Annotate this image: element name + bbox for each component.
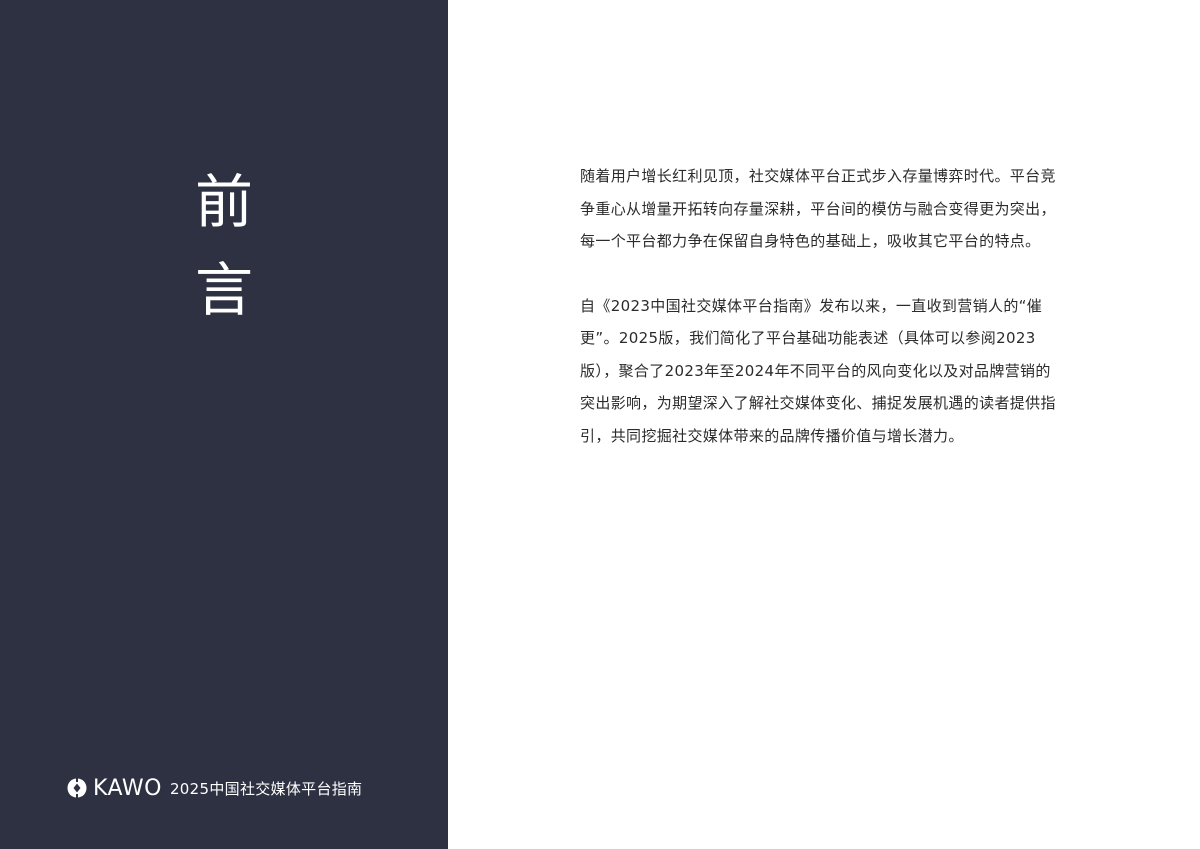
page-title: 前 言 <box>192 158 256 334</box>
paragraph-1: 随着用户增长红利见顶，社交媒体平台正式步入存量博弈时代。平台竞争重心从增量开拓转… <box>580 167 1056 250</box>
title-char-2: 言 <box>194 256 253 324</box>
brand-name: KAWO <box>93 775 162 801</box>
body-text: 随着用户增长红利见顶，社交媒体平台正式步入存量博弈时代。平台竞争重心从增量开拓转… <box>580 160 1056 452</box>
brand-footer: KAWO 2025中国社交媒体平台指南 <box>66 774 362 802</box>
kawo-logo-icon <box>67 777 87 799</box>
paragraph-2: 自《2023中国社交媒体平台指南》发布以来，一直收到营销人的“催更”。2025版… <box>580 296 1056 445</box>
title-char-1: 前 <box>194 168 253 236</box>
page: 前 言 KAWO 2025中国社交媒体平台指南 随着用户增长红利见顶，社交媒体平… <box>0 0 1200 849</box>
left-panel: 前 言 KAWO 2025中国社交媒体平台指南 <box>0 0 448 849</box>
brand-subtitle: 2025中国社交媒体平台指南 <box>169 780 363 798</box>
